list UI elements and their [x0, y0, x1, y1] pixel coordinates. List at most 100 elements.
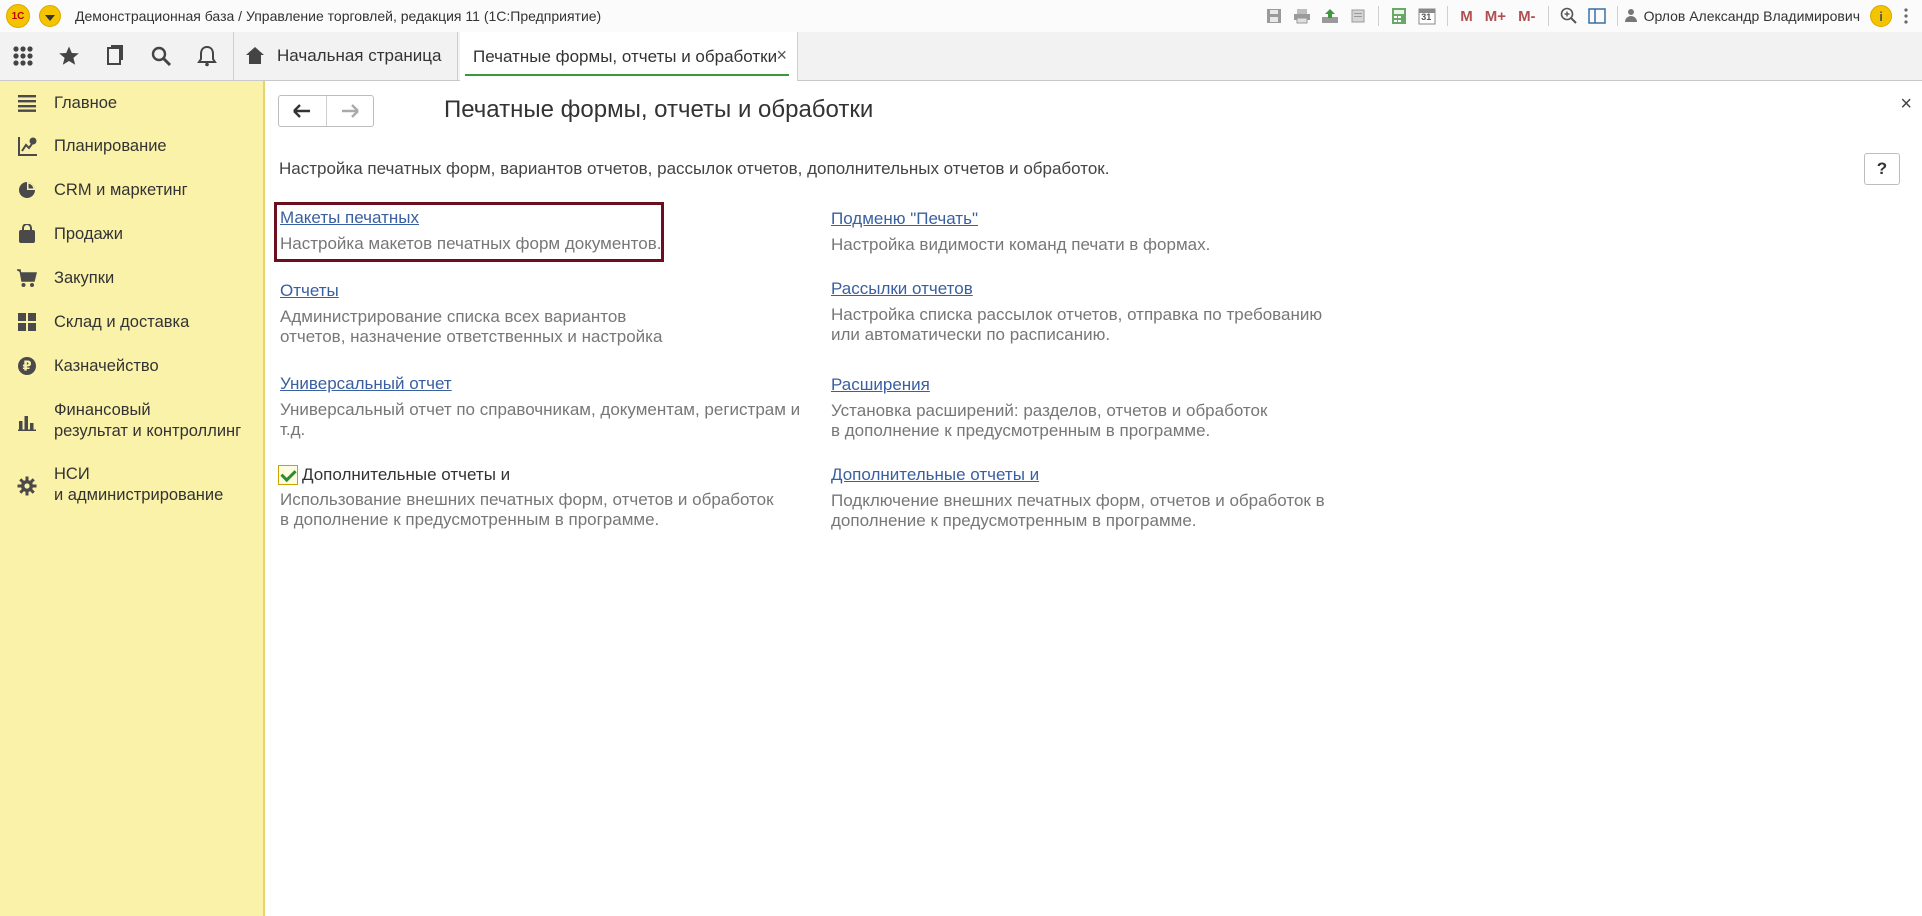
- universal-report-block: Универсальный отчет Универсальный отчет …: [280, 374, 800, 440]
- title-bar: 1С Демонстрационная база / Управление то…: [0, 0, 1922, 33]
- sidebar-item-label: Главное: [54, 94, 118, 112]
- sidebar-item-purchases[interactable]: Закупки: [0, 268, 263, 289]
- additional-reports-checkbox[interactable]: [278, 465, 298, 485]
- notifications-bell-icon[interactable]: [184, 32, 230, 80]
- tab-print-forms-label: Печатные формы, отчеты и обработки: [473, 46, 778, 66]
- sidebar-item-nsi-admin[interactable]: НСИ и администрирование: [0, 464, 263, 506]
- sidebar-item-planning[interactable]: Планирование: [0, 136, 263, 157]
- sidebar-item-warehouse[interactable]: Склад и доставка: [0, 312, 263, 333]
- report-mailings-description: Настройка списка рассылок отчетов, отпра…: [831, 305, 1323, 344]
- separator: [1547, 6, 1549, 26]
- all-functions-grid-icon[interactable]: [0, 32, 46, 80]
- user-name: Орлов Александр Владимирович: [1643, 8, 1860, 24]
- tab-home[interactable]: Начальная страница: [233, 32, 458, 80]
- memory-m-button[interactable]: M: [1457, 5, 1476, 27]
- search-icon[interactable]: [138, 32, 184, 80]
- close-tab-icon[interactable]: ×: [776, 45, 787, 66]
- bar-chart-icon: [16, 412, 38, 432]
- sidebar-item-label: Казначейство: [54, 357, 159, 375]
- report-mailings-block: Рассылки отчетов Настройка списка рассыл…: [831, 279, 1322, 345]
- cart-icon: [16, 268, 38, 288]
- home-icon: [245, 47, 265, 65]
- bag-icon: [16, 224, 38, 244]
- forward-button[interactable]: [325, 96, 374, 126]
- warehouse-icon: [16, 312, 38, 332]
- history-navigation: [278, 95, 374, 127]
- extensions-block: Расширения Установка расширений: раздело…: [831, 375, 1267, 441]
- print-templates-link[interactable]: Макеты печатных: [280, 208, 419, 228]
- favorites-star-icon[interactable]: [46, 32, 92, 80]
- history-icon[interactable]: [92, 32, 138, 80]
- menu-lines-icon: [16, 93, 38, 113]
- universal-report-description: Универсальный отчет по справочникам, док…: [280, 400, 801, 439]
- additional-reports-option-block: Дополнительные отчеты и Использование вн…: [278, 465, 774, 530]
- sidebar-item-label: Склад и доставка: [54, 313, 190, 331]
- calendar-icon[interactable]: 31: [1416, 5, 1438, 27]
- additional-reports-link[interactable]: Дополнительные отчеты и: [831, 465, 1039, 485]
- sidebar-item-label: Продажи: [54, 225, 123, 243]
- tab-home-label: Начальная страница: [277, 46, 442, 65]
- tab-print-forms[interactable]: Печатные формы, отчеты и обработки ×: [460, 32, 798, 81]
- page-description: Настройка печатных форм, вариантов отчет…: [279, 159, 1110, 178]
- sidebar-item-treasury[interactable]: ₽ Казначейство: [0, 356, 263, 377]
- calendar-day: 31: [1421, 12, 1432, 22]
- additional-reports-checkbox-label: Дополнительные отчеты и: [302, 465, 511, 484]
- app-logo-icon: 1С: [6, 4, 30, 28]
- tab-bar: Начальная страница Печатные формы, отчет…: [0, 32, 1922, 81]
- back-button[interactable]: [279, 96, 326, 126]
- preview-icon[interactable]: [1347, 5, 1369, 27]
- zoom-in-icon[interactable]: [1558, 5, 1580, 27]
- current-user[interactable]: Орлов Александр Владимирович: [1624, 8, 1860, 24]
- report-mailings-link[interactable]: Рассылки отчетов: [831, 279, 973, 299]
- main-menu-button[interactable]: [39, 5, 61, 27]
- reports-block: Отчеты Администрирование списка всех вар…: [280, 281, 662, 347]
- help-button[interactable]: ?: [1864, 153, 1900, 185]
- sidebar-item-label: Финансовый результат и контроллинг: [54, 401, 242, 440]
- sidebar-item-financial-result[interactable]: Финансовый результат и контроллинг: [0, 400, 263, 442]
- pie-chart-icon: [16, 180, 38, 200]
- gear-icon: [16, 476, 38, 496]
- sections-sidebar: Главное Планирование CRM и маркетинг Про…: [0, 81, 265, 916]
- svg-text:₽: ₽: [22, 360, 31, 375]
- person-icon: [1624, 9, 1638, 23]
- additional-reports-option[interactable]: Дополнительные отчеты и: [278, 465, 774, 485]
- active-tab-indicator: [465, 74, 789, 76]
- separator: [1447, 6, 1449, 26]
- additional-reports-block: Дополнительные отчеты и Подключение внеш…: [831, 465, 1325, 531]
- calculator-icon[interactable]: [1388, 5, 1410, 27]
- page-title: Печатные формы, отчеты и обработки: [444, 96, 874, 123]
- more-icon[interactable]: [1898, 5, 1914, 27]
- panels-icon[interactable]: [1586, 5, 1608, 27]
- sidebar-item-label: Планирование: [54, 137, 167, 155]
- print-submenu-link[interactable]: Подменю "Печать": [831, 209, 978, 229]
- extensions-description: Установка расширений: разделов, отчетов …: [831, 401, 1268, 440]
- separator: [1378, 6, 1380, 26]
- info-icon[interactable]: i: [1870, 5, 1892, 27]
- additional-reports-option-description: Использование внешних печатных форм, отч…: [280, 490, 774, 529]
- upload-icon[interactable]: [1319, 5, 1341, 27]
- sidebar-item-crm[interactable]: CRM и маркетинг: [0, 180, 263, 201]
- print-icon[interactable]: [1291, 5, 1313, 27]
- print-templates-block: Макеты печатных Настройка макетов печатн…: [280, 208, 661, 254]
- app-title: Демонстрационная база / Управление торго…: [75, 8, 602, 24]
- universal-report-link[interactable]: Универсальный отчет: [280, 374, 452, 394]
- reports-link[interactable]: Отчеты: [280, 281, 339, 301]
- additional-reports-description: Подключение внешних печатных форм, отчет…: [831, 491, 1325, 530]
- reports-description: Администрирование списка всех вариантов …: [280, 307, 663, 346]
- close-form-icon[interactable]: ×: [1900, 93, 1912, 116]
- ruble-icon: ₽: [16, 356, 38, 376]
- quick-access-panel: [0, 32, 234, 80]
- extensions-link[interactable]: Расширения: [831, 375, 930, 395]
- memory-minus-button[interactable]: M-: [1515, 5, 1539, 27]
- save-icon[interactable]: [1263, 5, 1285, 27]
- sidebar-item-label: CRM и маркетинг: [54, 181, 188, 199]
- print-templates-description: Настройка макетов печатных форм документ…: [280, 234, 662, 253]
- title-bar-tools: 31 M M+ M- Орлов Александр Владимирович …: [1260, 0, 1922, 32]
- memory-plus-button[interactable]: M+: [1482, 5, 1509, 27]
- print-submenu-description: Настройка видимости команд печати в форм…: [831, 235, 1211, 254]
- sidebar-item-label: Закупки: [54, 269, 115, 287]
- sidebar-item-label: НСИ и администрирование: [54, 465, 224, 504]
- sidebar-item-sales[interactable]: Продажи: [0, 224, 263, 245]
- separator: [1616, 6, 1618, 26]
- sidebar-item-main[interactable]: Главное: [0, 93, 263, 114]
